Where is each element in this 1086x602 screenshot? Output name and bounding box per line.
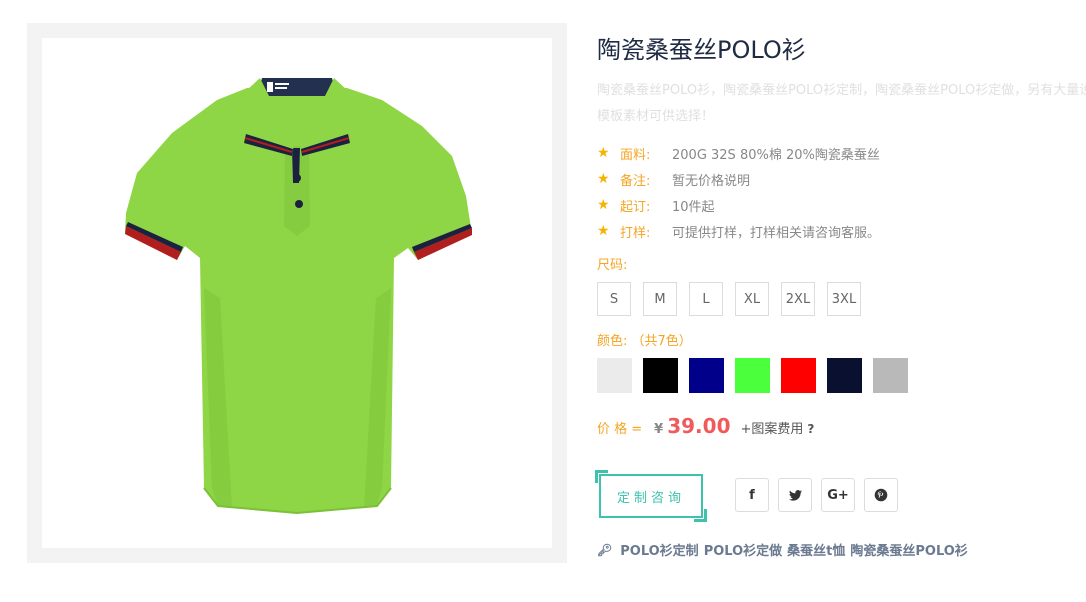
tag-link[interactable]: 桑蚕丝t恤	[787, 540, 845, 559]
tag-link[interactable]: POLO衫定做	[704, 540, 782, 559]
color-swatch-red[interactable]	[781, 358, 816, 393]
corner-decoration	[694, 509, 707, 522]
spec-value: 可提供打样，打样相关请咨询客服。	[672, 225, 881, 241]
help-icon[interactable]: ?	[807, 422, 814, 436]
price-value: 39.00	[667, 414, 731, 438]
twitter-icon[interactable]	[778, 478, 812, 512]
spec-value: 200G 32S 80%棉 20%陶瓷桑蚕丝	[672, 147, 880, 163]
size-option-l[interactable]: L	[689, 282, 723, 316]
facebook-icon[interactable]: f	[735, 478, 769, 512]
tag-link[interactable]: POLO衫定制	[620, 540, 698, 559]
color-swatch-dark-navy[interactable]	[827, 358, 862, 393]
polo-shirt-image	[125, 78, 472, 515]
product-description: 陶瓷桑蚕丝POLO衫，陶瓷桑蚕丝POLO衫定制，陶瓷桑蚕丝POLO衫定做，另有大…	[597, 83, 1086, 124]
spec-item: ★ 面料: 200G 32S 80%棉 20%陶瓷桑蚕丝	[597, 140, 880, 166]
size-options: S M L XL 2XL 3XL	[597, 282, 873, 316]
tag-link[interactable]: 陶瓷桑蚕丝POLO衫	[850, 540, 967, 559]
tag-list: 🔑︎ POLO衫定制 POLO衫定做 桑蚕丝t恤 陶瓷桑蚕丝POLO衫	[597, 540, 973, 560]
spec-item: ★ 打样: 可提供打样，打样相关请咨询客服。	[597, 218, 880, 244]
social-share: f G+	[735, 478, 907, 512]
spec-value: 暂无价格说明	[672, 173, 751, 189]
consult-button-wrapper: 定制咨询	[595, 470, 707, 522]
size-option-xl[interactable]: XL	[735, 282, 769, 316]
pinterest-icon[interactable]	[864, 478, 898, 512]
size-option-2xl[interactable]: 2XL	[781, 282, 815, 316]
price-row: 价 格 = ¥ 39.00 +图案费用 ?	[597, 414, 814, 438]
color-swatch-light-gray[interactable]	[597, 358, 632, 393]
color-swatch-gray[interactable]	[873, 358, 908, 393]
product-info: 陶瓷桑蚕丝POLO衫 陶瓷桑蚕丝POLO衫，陶瓷桑蚕丝POLO衫定制，陶瓷桑蚕丝…	[595, 0, 1086, 602]
price-extra: +图案费用	[740, 422, 804, 437]
color-swatch-green[interactable]	[735, 358, 770, 393]
spec-item: ★ 起订: 10件起	[597, 192, 880, 218]
consult-button[interactable]: 定制咨询	[599, 474, 703, 518]
product-image	[42, 38, 552, 548]
product-image-frame	[27, 23, 567, 563]
key-icon: 🔑︎	[597, 542, 613, 557]
spec-label: 面料:	[620, 147, 651, 163]
spec-value: 10件起	[672, 199, 715, 215]
star-icon: ★	[597, 145, 610, 161]
color-options	[597, 358, 919, 393]
spec-label: 备注:	[620, 173, 651, 189]
spec-label: 起订:	[620, 199, 651, 215]
google-plus-icon[interactable]: G+	[821, 478, 855, 512]
spec-label: 打样:	[620, 225, 651, 241]
color-label: 颜色: （共7色）	[597, 334, 692, 349]
size-option-m[interactable]: M	[643, 282, 677, 316]
price-label: 价 格 =	[597, 422, 643, 437]
color-swatch-navy[interactable]	[689, 358, 724, 393]
size-label: 尺码:	[597, 258, 628, 273]
size-option-s[interactable]: S	[597, 282, 631, 316]
star-icon: ★	[597, 197, 610, 213]
star-icon: ★	[597, 223, 610, 239]
size-option-3xl[interactable]: 3XL	[827, 282, 861, 316]
spec-list: ★ 面料: 200G 32S 80%棉 20%陶瓷桑蚕丝 ★ 备注: 暂无价格说…	[597, 140, 880, 244]
star-icon: ★	[597, 171, 610, 187]
currency-symbol: ¥	[654, 422, 664, 437]
spec-item: ★ 备注: 暂无价格说明	[597, 166, 880, 192]
color-swatch-black[interactable]	[643, 358, 678, 393]
product-title: 陶瓷桑蚕丝POLO衫	[597, 36, 806, 64]
